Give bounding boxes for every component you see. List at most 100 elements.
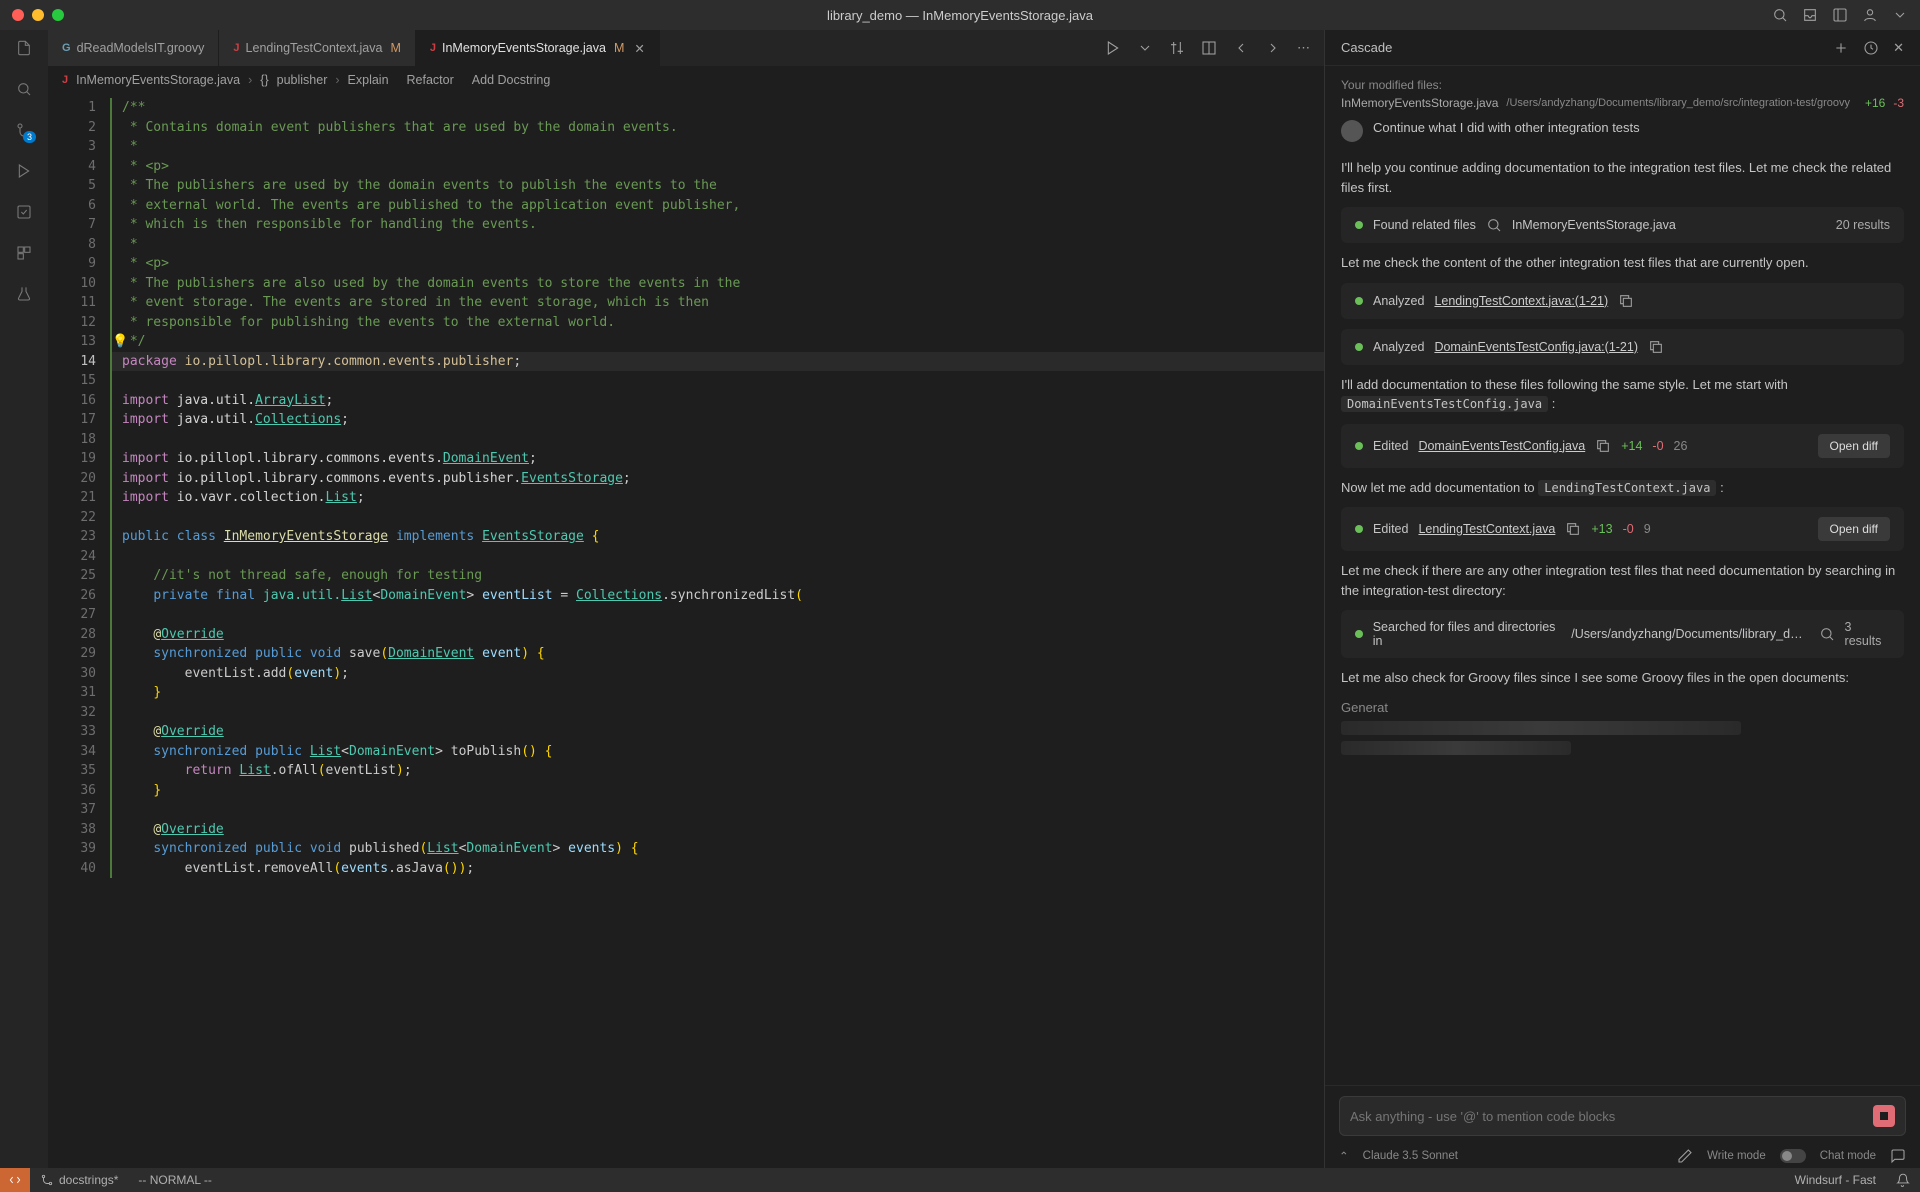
- forward-icon[interactable]: [1265, 40, 1281, 56]
- open-diff-button[interactable]: Open diff: [1818, 434, 1890, 458]
- search-icon[interactable]: [1772, 7, 1788, 23]
- search-tab[interactable]: [16, 81, 32, 100]
- lines-total: 26: [1674, 439, 1688, 453]
- close-tab-icon[interactable]: ✕: [634, 41, 644, 56]
- tool-target-link[interactable]: LendingTestContext.java:(1-21): [1434, 294, 1608, 308]
- tab-inmemoryeventsstorage[interactable]: J InMemoryEventsStorage.java M ✕: [416, 30, 660, 66]
- modified-indicator: M: [390, 41, 400, 55]
- assistant-message: Now let me add documentation to LendingT…: [1341, 478, 1904, 498]
- modified-indicator: M: [614, 41, 624, 55]
- inbox-icon[interactable]: [1802, 7, 1818, 23]
- cascade-header: Cascade ✕: [1325, 30, 1920, 66]
- tool-label: Analyzed: [1373, 340, 1424, 354]
- cascade-footer: ⌃ Claude 3.5 Sonnet Write mode Chat mode: [1325, 1142, 1920, 1168]
- run-icon[interactable]: [1105, 40, 1121, 56]
- chevron-down-icon[interactable]: [1137, 40, 1153, 56]
- lines-added: +16: [1865, 96, 1885, 110]
- status-dot: [1355, 442, 1363, 450]
- modified-files-header: Your modified files:: [1341, 78, 1904, 92]
- inline-code: LendingTestContext.java: [1538, 480, 1716, 496]
- tool-edited-1[interactable]: Edited DomainEventsTestConfig.java +14 -…: [1341, 424, 1904, 468]
- action-docstring[interactable]: Add Docstring: [472, 73, 551, 87]
- code-content[interactable]: /** * Contains domain event publishers t…: [110, 94, 1324, 1168]
- lines-deleted: -0: [1623, 522, 1634, 536]
- tool-target-link[interactable]: DomainEventsTestConfig.java: [1418, 439, 1585, 453]
- split-icon[interactable]: [1201, 40, 1217, 56]
- tool-searched[interactable]: Searched for files and directories in /U…: [1341, 610, 1904, 658]
- breadcrumb-symbol[interactable]: publisher: [277, 73, 328, 87]
- compare-icon[interactable]: [1169, 40, 1185, 56]
- branch-indicator[interactable]: docstrings*: [30, 1173, 128, 1187]
- tool-analyzed-2[interactable]: Analyzed DomainEventsTestConfig.java:(1-…: [1341, 329, 1904, 365]
- action-refactor[interactable]: Refactor: [407, 73, 454, 87]
- close-window-button[interactable]: [12, 9, 24, 21]
- minimize-window-button[interactable]: [32, 9, 44, 21]
- activity-bar: 3: [0, 30, 48, 1168]
- scm-tab[interactable]: 3: [16, 122, 32, 141]
- cascade-text-input[interactable]: [1350, 1109, 1873, 1124]
- chat-icon: [1890, 1148, 1906, 1164]
- copy-icon[interactable]: [1595, 438, 1611, 454]
- debug-tab[interactable]: [16, 163, 32, 182]
- generating-label: Generat: [1341, 700, 1904, 715]
- copy-icon[interactable]: [1565, 521, 1581, 537]
- tool-found-files[interactable]: Found related files InMemoryEventsStorag…: [1341, 207, 1904, 243]
- chevron-down-icon[interactable]: [1892, 7, 1908, 23]
- history-icon[interactable]: [1863, 40, 1879, 56]
- new-chat-icon[interactable]: [1833, 40, 1849, 56]
- windsurf-status[interactable]: Windsurf - Fast: [1785, 1173, 1886, 1187]
- tool-target-link[interactable]: DomainEventsTestConfig.java:(1-21): [1434, 340, 1638, 354]
- tab-label: dReadModelsIT.groovy: [77, 41, 205, 55]
- back-icon[interactable]: [1233, 40, 1249, 56]
- tab-groovy[interactable]: G dReadModelsIT.groovy: [48, 30, 219, 66]
- tool-analyzed-1[interactable]: Analyzed LendingTestContext.java:(1-21): [1341, 283, 1904, 319]
- copy-icon[interactable]: [1618, 293, 1634, 309]
- breadcrumb-file[interactable]: InMemoryEventsStorage.java: [76, 73, 240, 87]
- cascade-messages[interactable]: Your modified files: InMemoryEventsStora…: [1325, 66, 1920, 1085]
- tool-target-link[interactable]: LendingTestContext.java: [1418, 522, 1555, 536]
- maximize-window-button[interactable]: [52, 9, 64, 21]
- action-explain[interactable]: Explain: [348, 73, 389, 87]
- cascade-input[interactable]: [1339, 1096, 1906, 1136]
- inline-code: DomainEventsTestConfig.java: [1341, 396, 1548, 412]
- search-icon: [1819, 626, 1835, 642]
- remote-indicator[interactable]: [0, 1168, 30, 1192]
- explorer-tab[interactable]: [16, 40, 32, 59]
- write-mode-label[interactable]: Write mode: [1707, 1150, 1766, 1162]
- java-file-icon: J: [233, 42, 239, 54]
- loading-shimmer: [1341, 741, 1571, 755]
- editor-tabs: G dReadModelsIT.groovy J LendingTestCont…: [48, 30, 1324, 66]
- chevron-up-icon[interactable]: ⌃: [1339, 1149, 1349, 1163]
- cascade-input-area: [1325, 1085, 1920, 1142]
- extensions-tab[interactable]: [16, 245, 32, 264]
- test-tab[interactable]: [16, 204, 32, 223]
- tool-target: InMemoryEventsStorage.java: [1512, 218, 1676, 232]
- more-icon[interactable]: ⋯: [1297, 40, 1310, 56]
- stop-button[interactable]: [1873, 1105, 1895, 1127]
- tool-edited-2[interactable]: Edited LendingTestContext.java +13 -0 9 …: [1341, 507, 1904, 551]
- layout-icon[interactable]: [1832, 7, 1848, 23]
- breadcrumbs[interactable]: J InMemoryEventsStorage.java › {} publis…: [48, 66, 1324, 94]
- tool-label: Searched for files and directories in: [1373, 620, 1562, 648]
- open-diff-button[interactable]: Open diff: [1818, 517, 1890, 541]
- assistant-message: Let me also check for Groovy files since…: [1341, 668, 1904, 688]
- window-controls: [12, 9, 64, 21]
- groovy-file-icon: G: [62, 42, 71, 54]
- breadcrumb-separator: ›: [248, 73, 252, 87]
- beaker-tab[interactable]: [16, 286, 32, 305]
- chat-mode-label[interactable]: Chat mode: [1820, 1150, 1876, 1162]
- cascade-title: Cascade: [1341, 40, 1392, 55]
- code-editor[interactable]: 1234567891011121314151617181920212223242…: [48, 94, 1324, 1168]
- assistant-message: Let me check if there are any other inte…: [1341, 561, 1904, 600]
- modified-file-row[interactable]: InMemoryEventsStorage.java /Users/andyzh…: [1341, 96, 1904, 110]
- assistant-message: I'll add documentation to these files fo…: [1341, 375, 1904, 414]
- user-prompt: Continue what I did with other integrati…: [1341, 120, 1904, 142]
- notifications-icon[interactable]: [1886, 1173, 1920, 1187]
- close-panel-icon[interactable]: ✕: [1893, 40, 1904, 56]
- tab-lendingtestcontext[interactable]: J LendingTestContext.java M: [219, 30, 415, 66]
- model-label[interactable]: Claude 3.5 Sonnet: [1363, 1150, 1458, 1162]
- mode-toggle[interactable]: [1780, 1149, 1806, 1163]
- avatar-icon[interactable]: [1862, 7, 1878, 23]
- titlebar: library_demo — InMemoryEventsStorage.jav…: [0, 0, 1920, 30]
- copy-icon[interactable]: [1648, 339, 1664, 355]
